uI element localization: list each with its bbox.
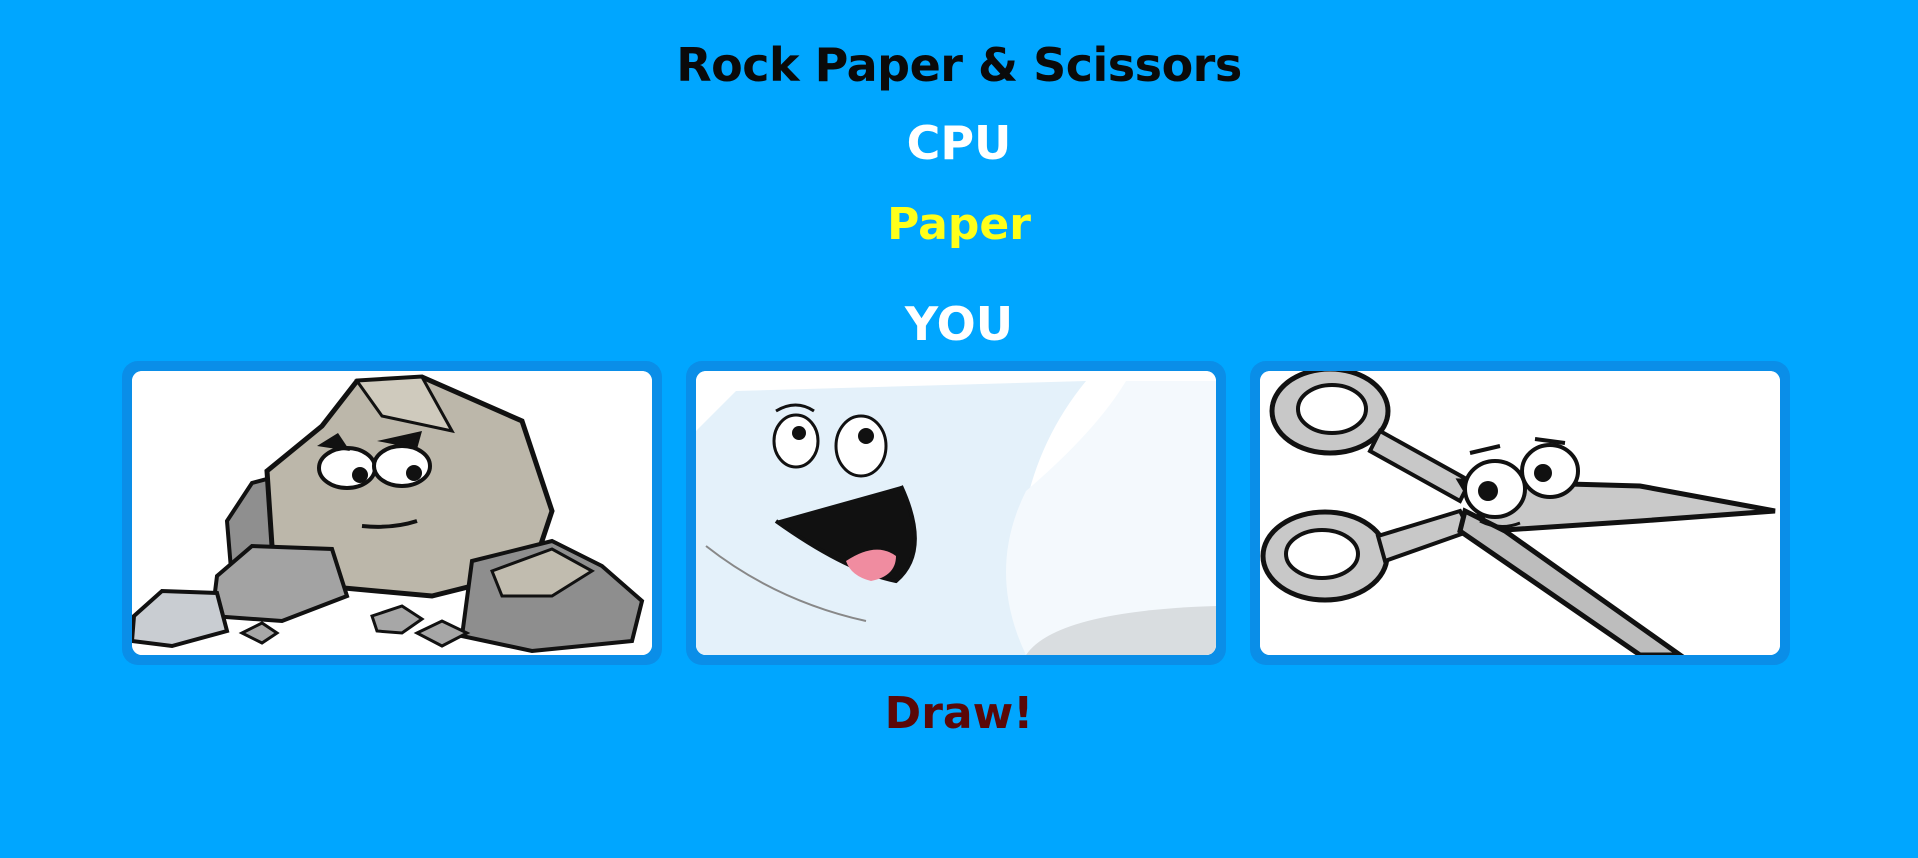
paper-choice-button[interactable] — [688, 363, 1224, 663]
paper-cartoon-icon — [696, 371, 1216, 655]
choice-cards — [124, 363, 1794, 663]
page-title: Rock Paper & Scissors — [676, 38, 1242, 92]
scissors-cartoon-icon — [1260, 371, 1780, 655]
player-label: YOU — [904, 297, 1014, 351]
result-text: Draw! — [884, 688, 1034, 739]
scissors-choice-button[interactable] — [1252, 363, 1788, 663]
rock-cartoon-icon — [132, 371, 652, 655]
rock-choice-button[interactable] — [124, 363, 660, 663]
cpu-choice-text: Paper — [887, 199, 1031, 250]
cpu-label: CPU — [906, 116, 1012, 170]
